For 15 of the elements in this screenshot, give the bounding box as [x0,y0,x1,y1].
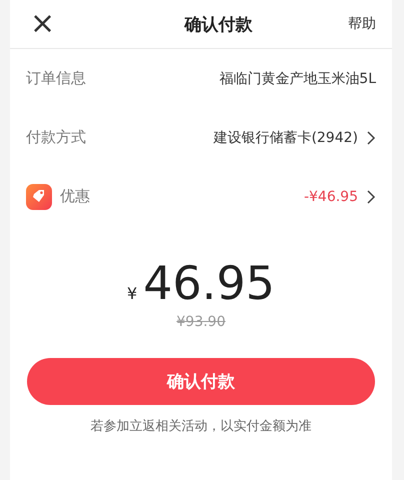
original-price: ¥93.90 [176,314,226,330]
row-label: 付款方式 [26,128,86,147]
help-link[interactable]: 帮助 [348,15,376,33]
note-text: 若参加立返相关活动，以实付金额为准 [90,418,312,435]
row-label: 订单信息 [26,69,86,88]
currency-symbol: ¥ [127,284,138,303]
payment-amount: 46.95 [143,256,275,310]
close-button[interactable]: × [30,9,56,39]
confirm-button[interactable]: 确认付款 [27,358,375,405]
page-title: 确认付款 [184,14,253,36]
row-value[interactable]: 建设银行储蓄卡(2942) [213,128,358,146]
row-value: 福临门黄金产地玉米油5L [219,70,376,88]
row-label: 优惠 [60,187,90,206]
row-value[interactable]: -¥46.95 [304,188,358,204]
tag-icon [26,184,52,210]
